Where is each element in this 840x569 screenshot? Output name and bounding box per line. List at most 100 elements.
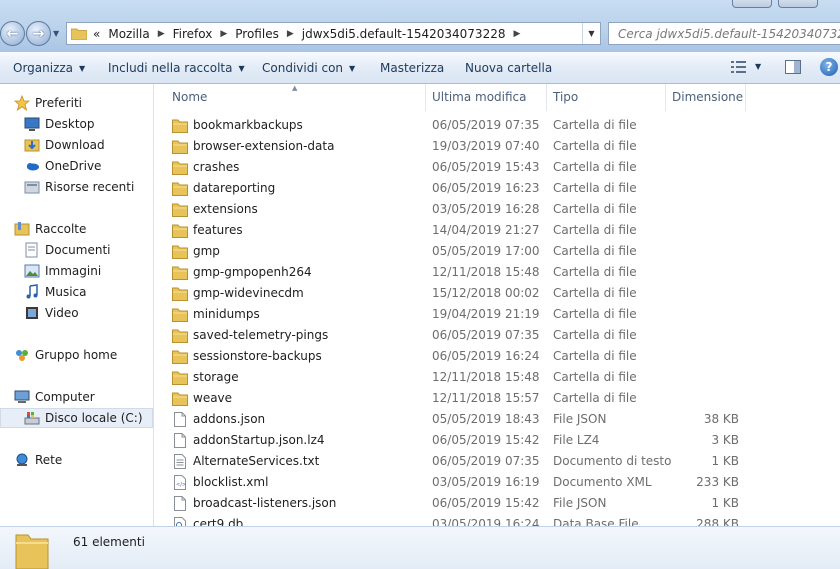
documents-icon [24,242,40,258]
search-input[interactable]: Cerca jdwx5di5.default-1542034073228 [608,22,840,45]
view-options-icon[interactable] [731,60,747,74]
file-name: cert9.db [193,517,244,526]
nav-computer[interactable]: Computer [14,387,167,407]
file-row[interactable]: </> blocklist.xml 03/05/2019 16:19 Document… [156,472,840,493]
file-name: bookmarkbackups [193,118,303,132]
burn-button[interactable]: Masterizza [380,61,444,75]
nav-homegroup-label: Gruppo home [35,348,118,362]
nav-onedrive[interactable]: OneDrive [24,156,177,176]
chevron-right-icon[interactable]: ▶ [220,29,227,39]
nav-music[interactable]: Musica [24,282,177,302]
nav-recent[interactable]: Risorse recenti [24,177,177,197]
breadcrumb-firefox[interactable]: Firefox [173,27,213,41]
nav-download[interactable]: Download [24,135,177,155]
nav-homegroup[interactable]: Gruppo home [14,345,167,365]
file-modified: 06/05/2019 16:24 [432,349,540,363]
address-history-dropdown[interactable]: ▼ [582,23,600,44]
file-row[interactable]: broadcast-listeners.json 06/05/2019 15:42… [156,493,840,514]
file-row[interactable]: sessionstore-backups 06/05/2019 16:24 Cart… [156,346,840,367]
file-row[interactable]: features 14/04/2019 21:27 Cartella di file [156,220,840,241]
nav-computer-label: Computer [35,390,95,404]
nav-video[interactable]: Video [24,303,177,323]
xml-file-icon: </> [172,475,188,490]
file-row[interactable]: gmp-widevinecdm 15/12/2018 00:02 Cartella … [156,283,840,304]
file-size: 1 KB [711,454,739,468]
file-modified: 19/04/2019 21:19 [432,307,540,321]
nav-favorites[interactable]: Preferiti [14,93,167,113]
nav-local-disk[interactable]: Disco locale (C:) [0,408,153,428]
nav-pictures[interactable]: Immagini [24,261,177,281]
nav-documents[interactable]: Documenti [24,240,177,260]
file-type: Cartella di file [553,244,637,258]
nav-local-disk-label: Disco locale (C:) [45,411,143,425]
breadcrumb: « Mozilla ▶ Firefox ▶ Profiles ▶ jdwx5di5.d… [93,27,528,41]
file-row[interactable]: addonStartup.json.lz4 06/05/2019 15:42 Fil… [156,430,840,451]
file-row[interactable]: addons.json 05/05/2019 18:43 File JSON 38 K… [156,409,840,430]
network-icon [14,452,30,468]
breadcrumb-profile-folder[interactable]: jdwx5di5.default-1542034073228 [302,27,506,41]
column-header-modified[interactable]: Ultima modifica [426,84,547,111]
back-button[interactable]: ← [0,21,25,46]
organize-button[interactable]: Organizza ▼ [13,61,85,75]
file-modified: 05/05/2019 17:00 [432,244,540,258]
video-icon [24,305,40,321]
include-label: Includi nella raccolta [108,61,233,75]
folder-icon [172,139,188,154]
nav-desktop-label: Desktop [45,117,95,131]
svg-text:</>: </> [176,482,186,488]
nav-desktop[interactable]: Desktop [24,114,177,134]
file-name: browser-extension-data [193,139,335,153]
file-modified: 06/05/2019 16:23 [432,181,540,195]
column-header-type[interactable]: Tipo [547,84,666,111]
address-bar[interactable]: « Mozilla ▶ Firefox ▶ Profiles ▶ jdwx5di5.d… [66,22,601,45]
file-icon [172,412,188,427]
file-row[interactable]: datareporting 06/05/2019 16:23 Cartella di… [156,178,840,199]
organize-label: Organizza [13,61,74,75]
file-row[interactable]: extensions 03/05/2019 16:28 Cartella di fi… [156,199,840,220]
chevron-right-icon[interactable]: ▶ [513,29,520,39]
file-icon [172,496,188,511]
new-folder-button[interactable]: Nuova cartella [465,61,552,75]
forward-button[interactable]: → [26,21,51,46]
file-row[interactable]: gmp-gmpopenh264 12/11/2018 15:48 Cartella … [156,262,840,283]
breadcrumb-mozilla[interactable]: Mozilla [108,27,149,41]
file-row[interactable]: minidumps 19/04/2019 21:19 Cartella di fil… [156,304,840,325]
file-row[interactable]: storage 12/11/2018 15:48 Cartella di file [156,367,840,388]
minimize-button[interactable] [732,0,772,8]
folder-icon [172,223,188,238]
file-name: addonStartup.json.lz4 [193,433,325,447]
share-with-button[interactable]: Condividi con ▼ [262,61,355,75]
file-size: 1 KB [711,496,739,510]
navigation-pane: Preferiti Desktop Download OneDrive Riso… [0,84,154,526]
column-header-size[interactable]: Dimensione [666,84,746,111]
column-size-label: Dimensione [672,90,744,104]
recent-pages-dropdown[interactable]: ▼ [53,29,62,38]
file-row[interactable]: weave 12/11/2018 15:57 Cartella di file [156,388,840,409]
chevron-right-icon[interactable]: ▶ [158,29,165,39]
column-header-name[interactable]: Nome [156,84,426,111]
nav-music-label: Musica [45,285,87,299]
chevron-down-icon: ▼ [349,64,356,73]
file-name: saved-telemetry-pings [193,328,329,342]
maximize-button[interactable] [778,0,818,8]
file-row[interactable]: AlternateServices.txt 06/05/2019 07:35 Doc… [156,451,840,472]
file-row[interactable]: bookmarkbackups 06/05/2019 07:35 Cartella … [156,115,840,136]
file-size: 38 KB [703,412,739,426]
file-type: Cartella di file [553,328,637,342]
nav-libraries[interactable]: Raccolte [14,219,167,239]
help-icon[interactable]: ? [820,58,838,76]
view-dropdown-icon[interactable]: ▼ [755,62,761,71]
file-row[interactable]: saved-telemetry-pings 06/05/2019 07:35 Car… [156,325,840,346]
file-row[interactable]: cert9.db 03/05/2019 16:24 Data Base File 28… [156,514,840,526]
breadcrumb-profiles[interactable]: Profiles [235,27,279,41]
nav-network[interactable]: Rete [14,450,167,470]
preview-pane-icon[interactable] [785,60,801,74]
chevron-right-icon[interactable]: ▶ [287,29,294,39]
column-modified-label: Ultima modifica [432,90,527,104]
file-row[interactable]: browser-extension-data 19/03/2019 07:40 Ca… [156,136,840,157]
file-row[interactable]: gmp 05/05/2019 17:00 Cartella di file [156,241,840,262]
include-in-library-button[interactable]: Includi nella raccolta ▼ [108,61,245,75]
breadcrumb-overflow[interactable]: « [93,27,100,41]
file-row[interactable]: crashes 06/05/2019 15:43 Cartella di file [156,157,840,178]
folder-icon [172,202,188,217]
